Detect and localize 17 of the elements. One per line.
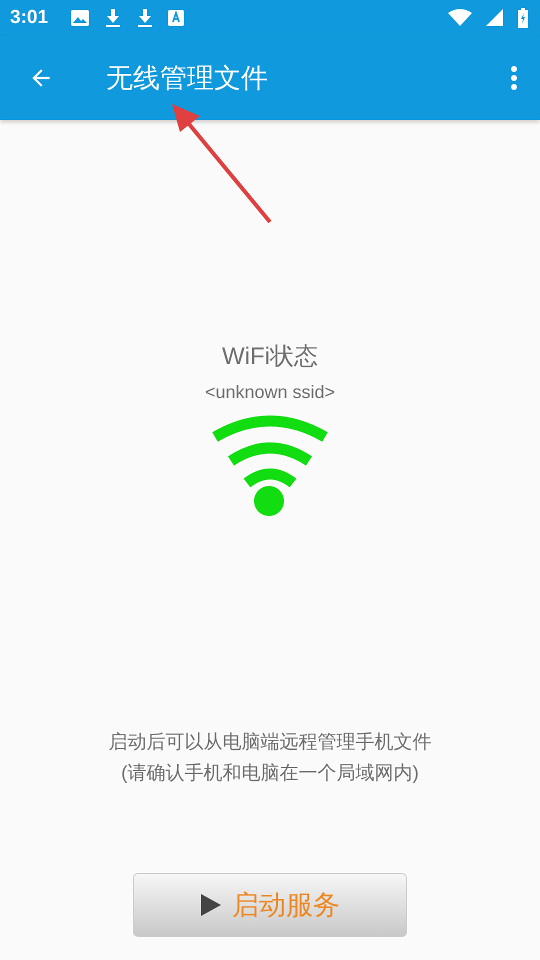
wifi-icon	[448, 9, 472, 27]
wifi-status-title: WiFi状态	[222, 342, 318, 372]
font-icon	[168, 9, 184, 27]
description-text: (请确认手机和电脑在一个局域网内)	[121, 762, 419, 786]
battery-icon	[518, 8, 528, 28]
download-icon	[104, 8, 122, 28]
app-title: 无线管理文件	[106, 62, 268, 95]
image-icon	[70, 9, 90, 27]
play-icon	[200, 893, 222, 917]
more-icon	[510, 65, 518, 91]
wifi-icon	[211, 413, 329, 517]
download-icon	[136, 8, 154, 28]
description-text: 启动后可以从电脑端远程管理手机文件	[108, 731, 432, 755]
ssid-text: <unknown ssid>	[204, 382, 336, 403]
status-time: 3:01	[10, 7, 48, 29]
start-service-button[interactable]: 启动服务	[133, 873, 407, 937]
signal-icon	[486, 9, 504, 27]
